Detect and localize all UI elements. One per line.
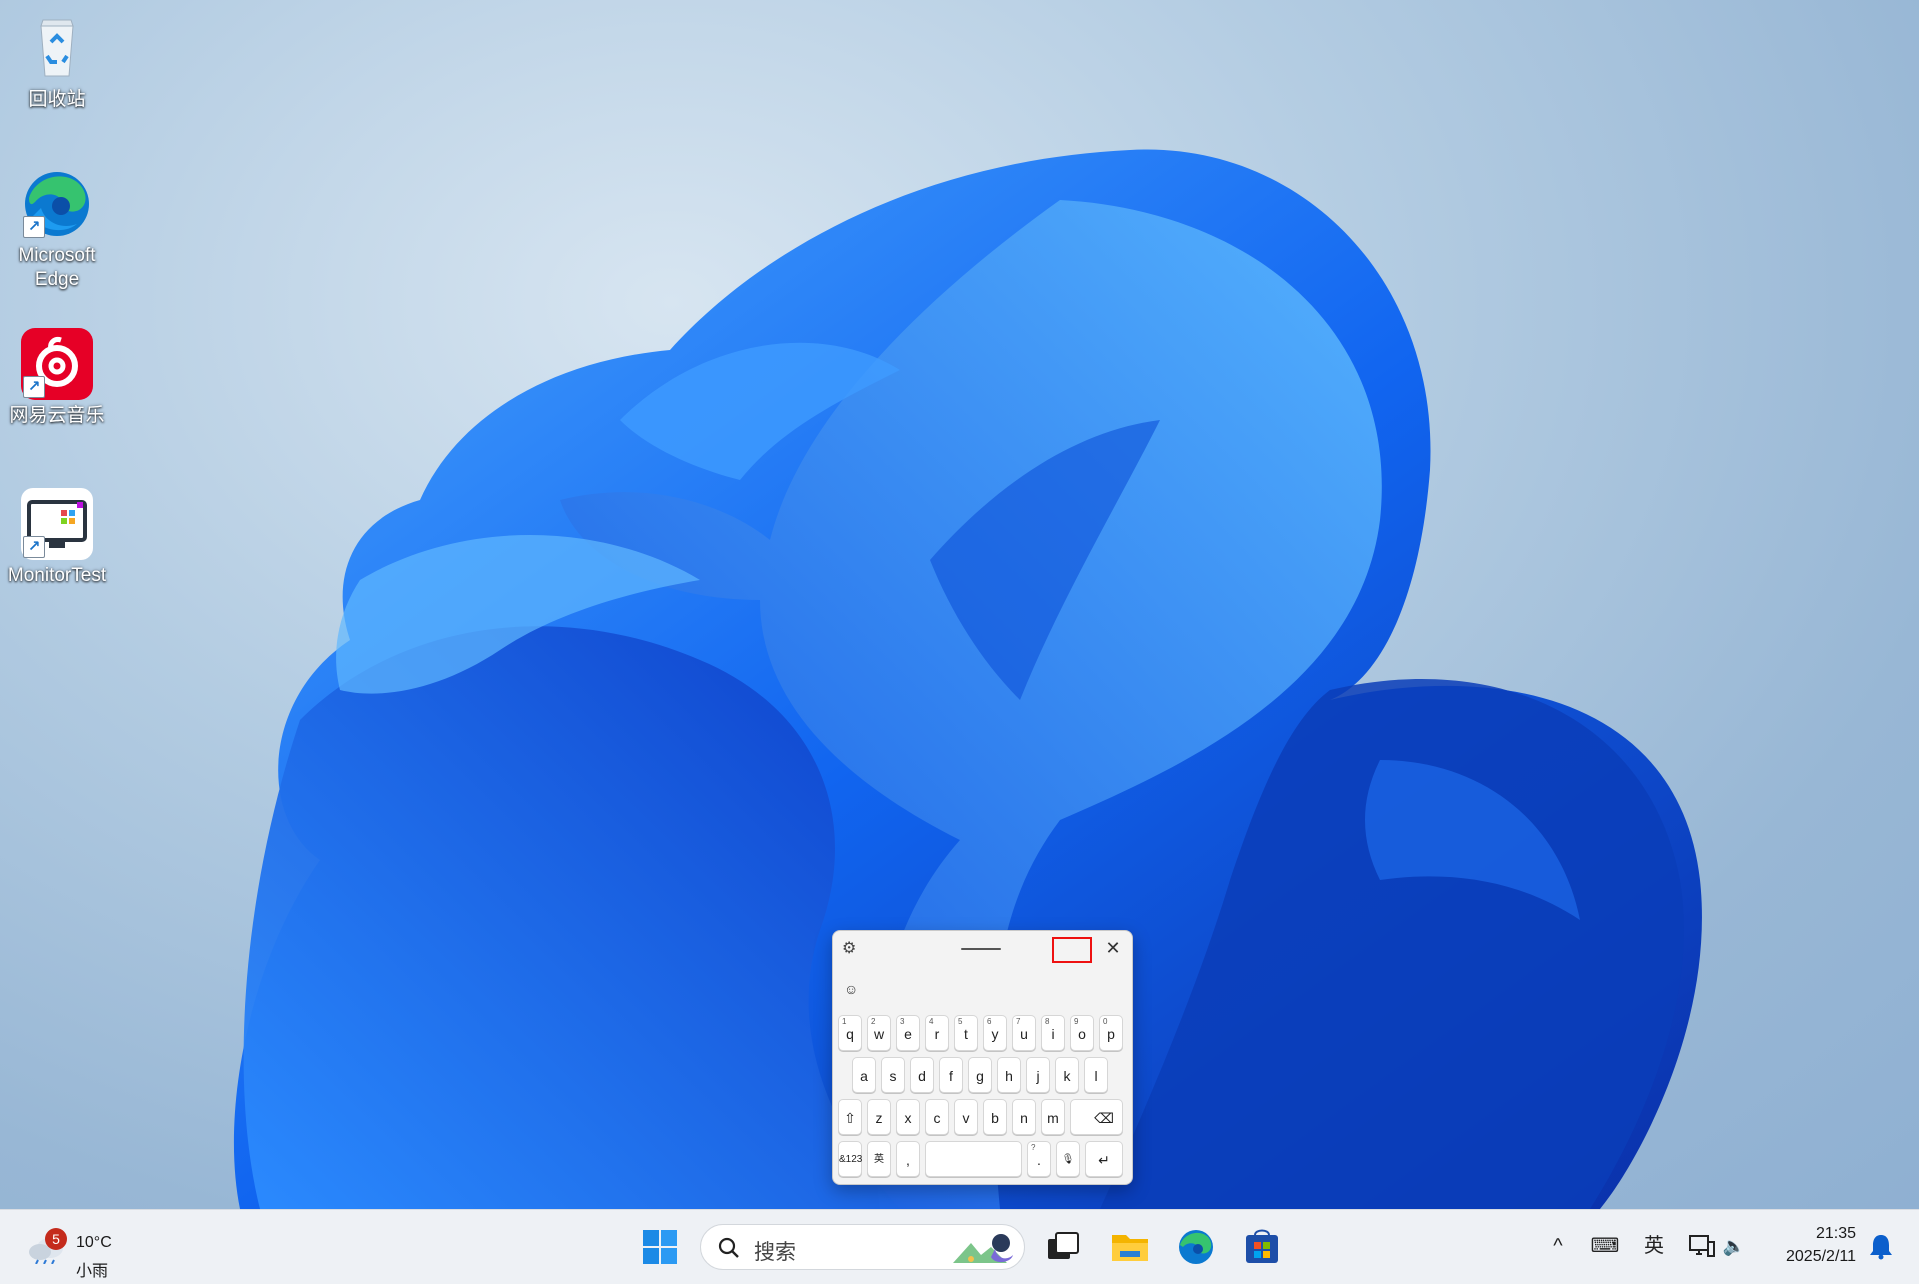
start-button[interactable] [640,1227,680,1267]
network-icon[interactable] [1688,1232,1716,1260]
enter-key[interactable]: ↵ [1085,1141,1123,1177]
key-v[interactable]: v [954,1099,978,1135]
settings-gear-icon[interactable]: ⚙ [842,940,860,958]
shortcut-arrow-icon: ↗ [23,216,45,238]
desktop-icon-label: 回收站 [28,89,86,110]
weather-condition: 小雨 [76,1263,109,1280]
key-b[interactable]: b [983,1099,1007,1135]
clock-date: 2025/2/11 [1786,1248,1856,1265]
emoji-icon[interactable]: ☺ [844,981,858,997]
key-q[interactable]: 1q [838,1015,862,1051]
key-c[interactable]: c [925,1099,949,1135]
key-h[interactable]: h [997,1057,1021,1093]
weather-widget[interactable]: 5 10°C 小雨 [28,1222,128,1280]
key-i[interactable]: 8i [1041,1015,1065,1051]
key-j[interactable]: j [1026,1057,1050,1093]
key-k[interactable]: k [1055,1057,1079,1093]
edge-icon: ↗ [21,168,93,240]
key-a[interactable]: a [852,1057,876,1093]
notification-count-badge: 5 [45,1228,67,1250]
comma-key[interactable]: , [896,1141,920,1177]
shift-key[interactable]: ⇧ [838,1099,862,1135]
monitortest-icon: ↗ [21,488,93,560]
key-u[interactable]: 7u [1012,1015,1036,1051]
search-highlight-illustration-icon [953,1234,1013,1263]
key-g[interactable]: g [968,1057,992,1093]
desktop-icon-label: MonitorTest [7,565,107,586]
desktop-icon-label: Microsoft Edge [18,245,96,290]
desktop-icon-netease-music[interactable]: ↗ 网易云音乐 [4,328,110,428]
desktop-icon-edge[interactable]: ↗ Microsoft Edge [4,168,110,292]
recycle-bin-icon [21,12,93,84]
microphone-icon[interactable]: 🎙 [1056,1141,1080,1177]
key-p[interactable]: 0p [1099,1015,1123,1051]
ime-language-indicator[interactable]: 英 [1640,1232,1668,1260]
clock[interactable]: 21:35 2025/2/11 [1770,1222,1856,1268]
key-z[interactable]: z [867,1099,891,1135]
volume-icon[interactable]: 🔈 [1720,1232,1748,1260]
key-y[interactable]: 6y [983,1015,1007,1051]
key-w[interactable]: 2w [867,1015,891,1051]
key-e[interactable]: 3e [896,1015,920,1051]
touch-keyboard: ⚙ ✕ ☺ 1q 2w 3e 4r 5t 6y 7u 8i 9o 0p a s … [832,930,1133,1185]
key-s[interactable]: s [881,1057,905,1093]
key-m[interactable]: m [1041,1099,1065,1135]
desktop-icon-label: 网易云音乐 [9,405,105,426]
shortcut-arrow-icon: ↗ [23,536,45,558]
edge-taskbar-icon[interactable] [1176,1227,1216,1267]
key-r[interactable]: 4r [925,1015,949,1051]
netease-music-icon: ↗ [21,328,93,400]
key-l[interactable]: l [1084,1057,1108,1093]
microsoft-store-icon[interactable] [1242,1227,1282,1267]
key-t[interactable]: 5t [954,1015,978,1051]
key-d[interactable]: d [910,1057,934,1093]
desktop: 回收站 ↗ Microsoft Edge ↗ 网易云音乐 ↗ MonitorTe… [0,0,1919,1209]
space-key[interactable] [925,1141,1022,1177]
show-hidden-icons-chevron-icon[interactable]: ^ [1546,1232,1570,1260]
clock-time: 21:35 [1815,1225,1856,1242]
search-icon [718,1237,739,1258]
language-key[interactable]: 英 [867,1141,891,1177]
file-explorer-icon[interactable] [1110,1227,1150,1267]
search-placeholder: 搜索 [754,1241,796,1264]
symbols-key[interactable]: &123 [838,1141,862,1177]
desktop-icon-recycle-bin[interactable]: 回收站 [4,12,110,112]
key-n[interactable]: n [1012,1099,1036,1135]
period-key[interactable]: ?. [1027,1141,1051,1177]
touch-keyboard-icon[interactable]: ⌨ [1590,1232,1620,1260]
taskbar: 5 10°C 小雨 搜索 ^ ⌨ 英 🔈 21:35 2025/2/11 [0,1209,1919,1284]
key-f[interactable]: f [939,1057,963,1093]
weather-temperature: 10°C [76,1234,112,1251]
dock-button[interactable] [1052,937,1092,963]
shortcut-arrow-icon: ↗ [23,376,45,398]
desktop-icon-monitortest[interactable]: ↗ MonitorTest [4,488,110,588]
task-view-icon[interactable] [1042,1227,1082,1267]
backspace-key[interactable]: ⌫ [1070,1099,1123,1135]
drag-handle[interactable] [961,948,1001,950]
close-icon[interactable]: ✕ [1101,936,1125,960]
key-x[interactable]: x [896,1099,920,1135]
key-o[interactable]: 9o [1070,1015,1094,1051]
search-box[interactable]: 搜索 [700,1224,1025,1270]
notification-bell-icon[interactable] [1868,1232,1894,1260]
